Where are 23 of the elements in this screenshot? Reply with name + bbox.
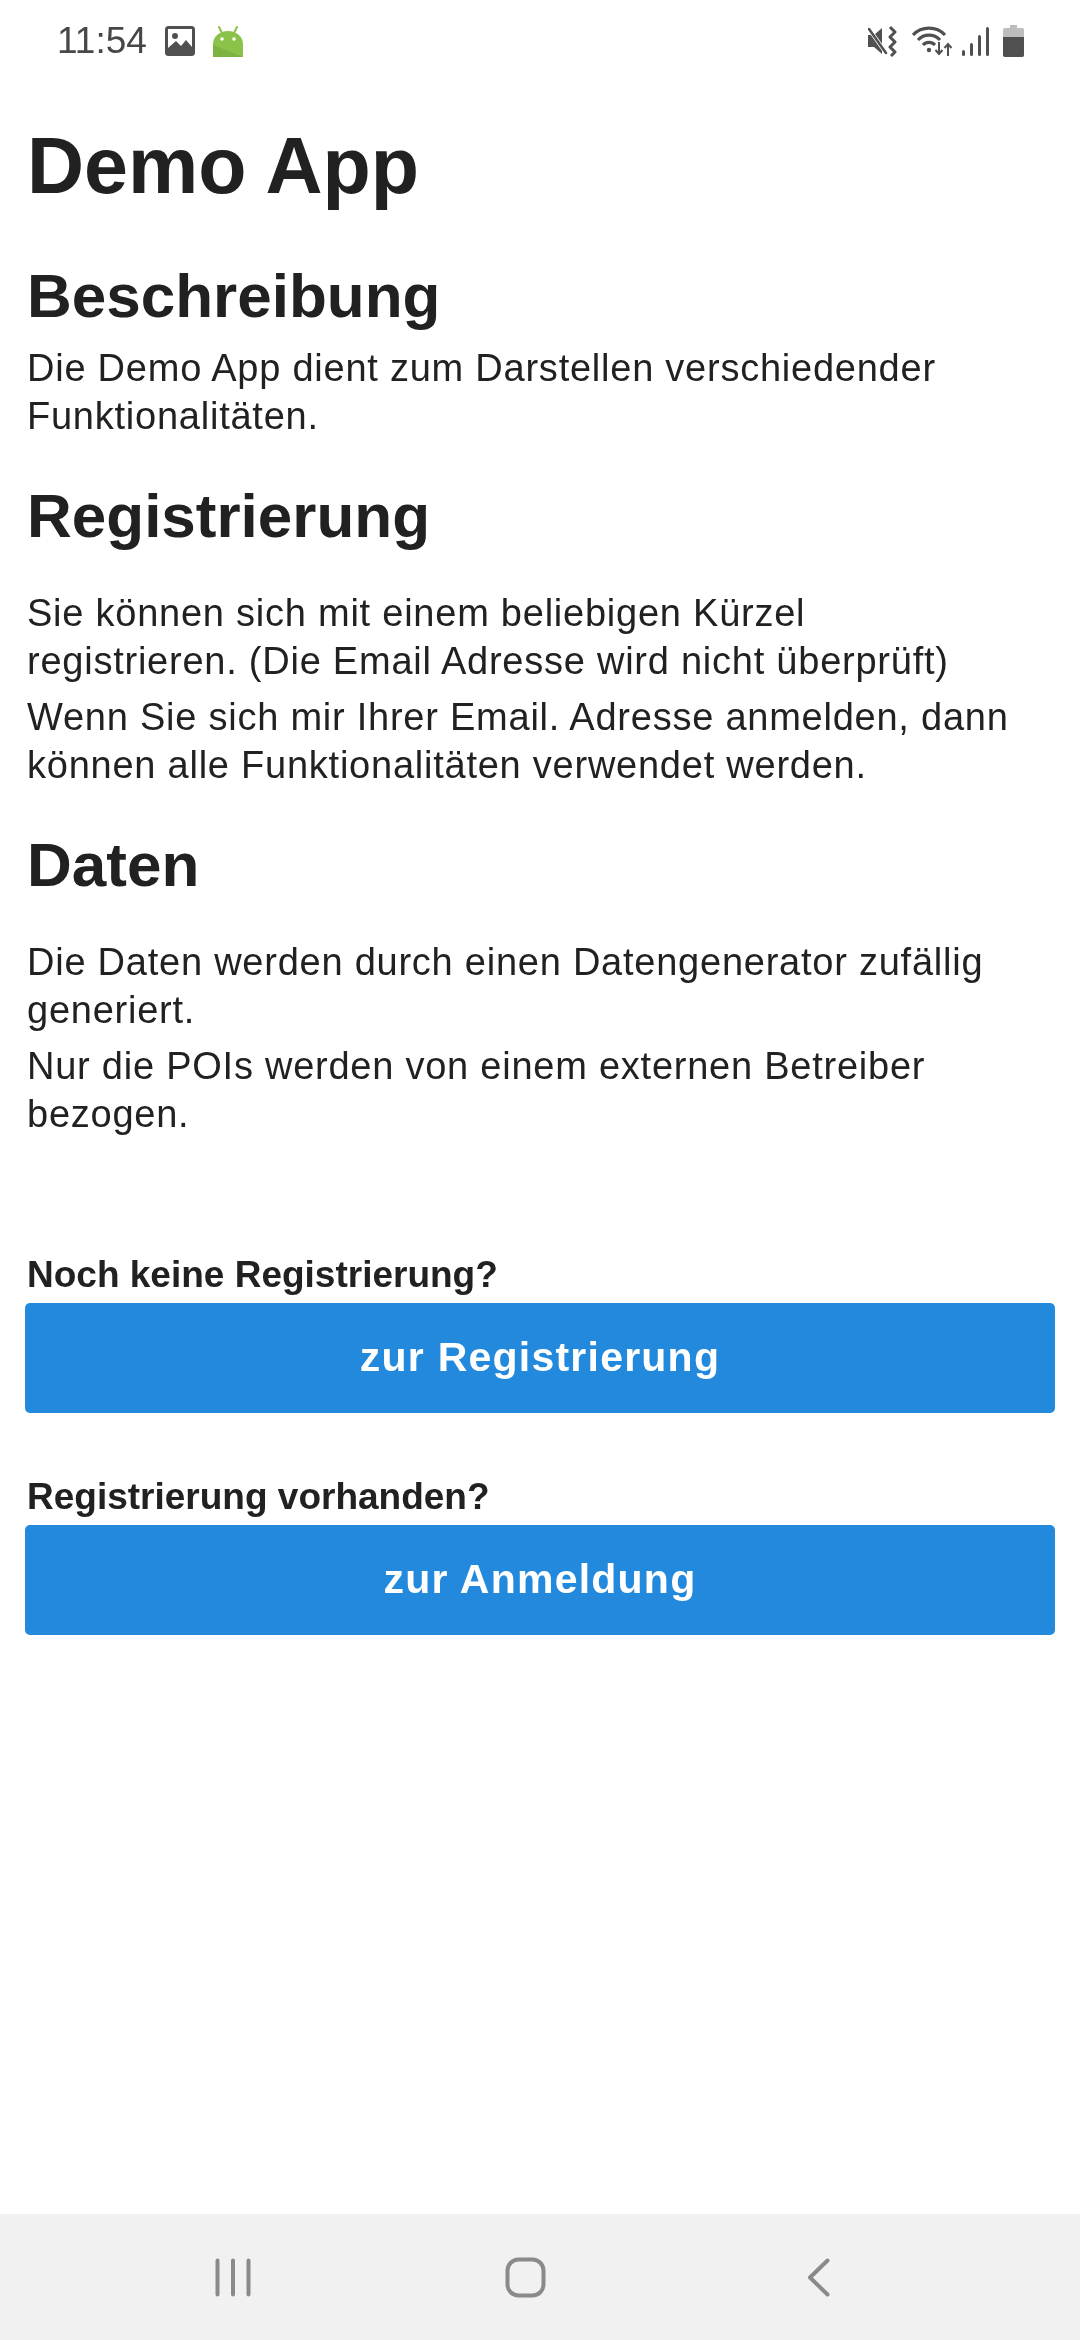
body-paragraph: Sie können sich mit einem beliebigen Kürzel registrieren. (Die Email Adresse wird nicht überprüft) <box>27 591 950 684</box>
battery-icon <box>1003 25 1024 57</box>
action-button[interactable]: zur Anmeldung <box>25 1525 1055 1635</box>
robot-icon <box>210 25 245 57</box>
section-heading: Registrierung <box>27 480 432 552</box>
action-prompt: Noch keine Registrierung? <box>26 1255 499 1295</box>
body-paragraph: Nur die POIs werden von einem externen Betreiber bezogen. <box>27 1044 927 1137</box>
action-prompt: Registrierung vorhanden? <box>26 1477 491 1517</box>
section-heading: Beschreibung <box>27 260 442 332</box>
back-icon[interactable] <box>807 2257 830 2297</box>
section-heading: Daten <box>27 829 201 901</box>
home-icon[interactable] <box>505 2256 546 2298</box>
action-button[interactable]: zur Registrierung <box>25 1303 1055 1413</box>
recent-apps-icon[interactable] <box>215 2257 251 2297</box>
status-time: 11:54 <box>57 19 147 63</box>
body-paragraph: Die Demo App dient zum Darstellen verschiedender Funktionalitäten. <box>27 346 937 439</box>
signal-icon <box>962 26 989 56</box>
page-title: Demo App <box>27 120 421 212</box>
body-paragraph: Wenn Sie sich mir Ihrer Email. Adresse anmelden, dann können alle Funktionalitäten verwendet werden. <box>27 695 1010 788</box>
body-paragraph: Die Daten werden durch einen Datengenerator zufällig generiert. <box>27 940 985 1033</box>
image-icon <box>164 26 195 56</box>
wifi-icon <box>912 25 953 57</box>
muted-speaker-icon <box>868 25 898 57</box>
